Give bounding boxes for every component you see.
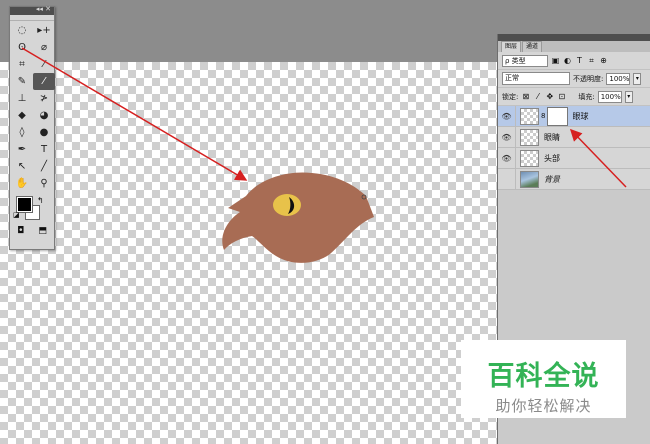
lock-label: 锁定: bbox=[502, 92, 519, 101]
layer-thumbnail bbox=[520, 128, 539, 146]
layer-thumbnail bbox=[520, 107, 539, 125]
layer-row-eyeball[interactable]: 👁 8 眼球 bbox=[498, 105, 650, 127]
shape-filter-icon[interactable]: ⌗ bbox=[587, 56, 596, 65]
foreground-color-swatch[interactable] bbox=[16, 196, 33, 213]
move-icon[interactable]: ▸+ bbox=[33, 22, 55, 39]
mask-link-icon[interactable]: 8 bbox=[541, 112, 545, 120]
lock-image-icon[interactable]: ⁄ bbox=[533, 92, 542, 101]
lock-position-icon[interactable]: ✥ bbox=[545, 92, 554, 101]
screen-mode-icon[interactable]: ⬒ bbox=[38, 226, 47, 236]
blend-mode-select[interactable]: 正常 bbox=[502, 72, 570, 85]
lock-transparent-icon[interactable]: ⊠ bbox=[521, 92, 530, 101]
default-colors-icon[interactable]: ◪ bbox=[13, 211, 20, 219]
type-icon[interactable]: T bbox=[33, 141, 55, 158]
watermark: 百科全说 助你轻松解决 bbox=[461, 340, 626, 418]
tools-panel-header[interactable]: ◂◂ ✕ bbox=[10, 5, 54, 15]
healing-brush-icon[interactable]: ✎ bbox=[11, 73, 33, 90]
blur-icon[interactable]: ◊ bbox=[11, 124, 33, 141]
quick-selection-icon[interactable]: ⌀ bbox=[33, 39, 55, 56]
clone-stamp-icon[interactable]: ⊥ bbox=[11, 90, 33, 107]
layer-name[interactable]: 背景 bbox=[544, 174, 560, 185]
layer-name[interactable]: 头部 bbox=[544, 153, 560, 164]
history-brush-icon[interactable]: ≯ bbox=[33, 90, 55, 107]
smart-object-filter-icon[interactable]: ⊕ bbox=[599, 56, 608, 65]
layer-name[interactable]: 眼球 bbox=[572, 111, 588, 122]
elliptical-marquee-icon[interactable]: ◌ bbox=[11, 22, 33, 39]
filter-row: ρ 类型 ▣ ◐ T ⌗ ⊕ bbox=[498, 52, 650, 70]
collapse-close-icons[interactable]: ◂◂ ✕ bbox=[36, 5, 51, 13]
blend-row: 正常 不透明度: 100% ▾ bbox=[498, 70, 650, 88]
quick-mask-icon[interactable]: ◘ bbox=[17, 226, 24, 236]
layer-mask-thumbnail[interactable] bbox=[547, 106, 569, 126]
layer-name[interactable]: 眼睛 bbox=[544, 132, 560, 143]
dodge-icon[interactable]: ● bbox=[33, 124, 55, 141]
adjustment-filter-icon[interactable]: ◐ bbox=[563, 56, 572, 65]
tab-channels[interactable]: 通道 bbox=[522, 41, 543, 52]
fill-label: 填充: bbox=[578, 92, 595, 101]
color-swatches: ↰ ◪ bbox=[10, 194, 54, 224]
layer-thumbnail bbox=[520, 149, 539, 167]
eyedropper-icon[interactable]: ⁄ bbox=[33, 56, 55, 73]
layer-row-background[interactable]: 背景 bbox=[498, 168, 650, 190]
type-filter-icon[interactable]: T bbox=[575, 56, 584, 65]
eraser-icon[interactable]: ◆ bbox=[11, 107, 33, 124]
watermark-title: 百科全说 bbox=[487, 361, 600, 392]
tools-panel: ◂◂ ✕ ◌ ▸+ ʘ ⌀ ⌗ ⁄ ✎ ⁄ ⊥ ≯ ◆ ◕ ◊ ● ✒ T ↖ … bbox=[9, 5, 55, 250]
paint-bucket-icon[interactable]: ◕ bbox=[33, 107, 55, 124]
layer-row-eye[interactable]: 👁 眼睛 bbox=[498, 126, 650, 148]
layers-panel-header[interactable] bbox=[498, 34, 650, 41]
opacity-dropdown-icon[interactable]: ▾ bbox=[633, 72, 642, 85]
zoom-icon[interactable]: ⚲ bbox=[33, 175, 55, 192]
visibility-eye-icon[interactable]: 👁 bbox=[498, 147, 516, 169]
lock-row: 锁定: ⊠ ⁄ ✥ ⊡ 填充: 100% ▾ bbox=[498, 88, 650, 106]
watermark-subtitle: 助你轻松解决 bbox=[495, 397, 592, 415]
brush-icon[interactable]: ⁄ bbox=[33, 73, 55, 90]
fill-field[interactable]: 100% bbox=[597, 90, 622, 103]
line-icon[interactable]: ╱ bbox=[33, 158, 55, 175]
crop-icon[interactable]: ⌗ bbox=[11, 56, 33, 73]
pixel-filter-icon[interactable]: ▣ bbox=[551, 56, 560, 65]
visibility-eye-icon[interactable]: 👁 bbox=[498, 105, 516, 127]
swap-colors-icon[interactable]: ↰ bbox=[37, 196, 44, 205]
visibility-toggle-empty[interactable] bbox=[498, 168, 516, 190]
panel-tabs: 图层 通道 bbox=[498, 41, 650, 52]
fill-dropdown-icon[interactable]: ▾ bbox=[624, 90, 633, 103]
visibility-eye-icon[interactable]: 👁 bbox=[498, 126, 516, 148]
opacity-field[interactable]: 100% bbox=[606, 72, 631, 85]
filter-kind-select[interactable]: ρ 类型 bbox=[502, 54, 548, 67]
layer-row-head[interactable]: 👁 头部 bbox=[498, 147, 650, 169]
lock-all-icon[interactable]: ⊡ bbox=[557, 92, 566, 101]
opacity-label: 不透明度: bbox=[573, 74, 604, 83]
hand-icon[interactable]: ✋ bbox=[11, 175, 33, 192]
lasso-icon[interactable]: ʘ bbox=[11, 39, 33, 56]
pen-icon[interactable]: ✒ bbox=[11, 141, 33, 158]
layer-thumbnail bbox=[520, 170, 539, 188]
document-canvas[interactable] bbox=[0, 62, 497, 444]
tab-layers[interactable]: 图层 bbox=[501, 41, 522, 52]
path-selection-icon[interactable]: ↖ bbox=[11, 158, 33, 175]
